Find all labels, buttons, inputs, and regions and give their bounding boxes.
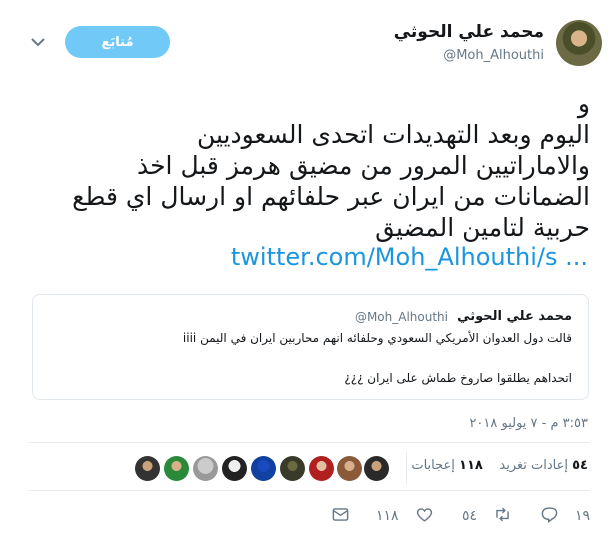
like-count: ١١٨ [376, 508, 399, 524]
stats-separator [406, 452, 407, 484]
liker-avatar[interactable] [193, 456, 218, 481]
divider [28, 442, 590, 443]
like-action[interactable]: ١١٨ [376, 505, 434, 527]
tweet-stats: ٥٤ إعادات تغريد ١١٨ إعجابات [411, 458, 588, 473]
tweet-text: و اليوم وبعد التهديدات اتحدى السعوديين و… [30, 88, 590, 243]
tweet-line: والاماراتيين المرور من مضيق هرمز قبل اخذ [136, 151, 590, 180]
quoted-author-handle: @Moh_Alhouthi [354, 310, 448, 324]
liker-avatar[interactable] [337, 456, 362, 481]
retweet-count: ٥٤ [462, 508, 478, 524]
dm-envelope-icon[interactable] [331, 505, 350, 528]
tweet-timestamp[interactable]: ٣:٥٣ م - ٧ يوليو ٢٠١٨ [469, 416, 588, 431]
dm-action[interactable] [331, 505, 350, 527]
tweet-link[interactable]: twitter.com/Moh_Alhouthi/s ... [231, 243, 588, 271]
reply-icon[interactable] [540, 505, 559, 528]
liker-avatar[interactable] [135, 456, 160, 481]
reply-action[interactable]: ١٩ [540, 505, 590, 527]
liker-avatar[interactable] [364, 456, 389, 481]
liker-avatar[interactable] [164, 456, 189, 481]
caret-down-icon[interactable] [26, 32, 50, 52]
tweet-line: حربية لتامين المضيق [375, 213, 590, 242]
tweet-line: الضمانات من ايران عبر حلفائهم او ارسال ا… [72, 182, 590, 211]
author-display-name[interactable]: محمد علي الحوثي [394, 22, 544, 42]
retweets-count[interactable]: ٥٤ [572, 458, 588, 473]
following-button[interactable]: مُتابَع [65, 26, 170, 58]
quoted-text-line: قالت دول العدوان الأمريكي السعودي وحلفائ… [182, 331, 572, 345]
divider [28, 490, 590, 491]
liker-avatar[interactable] [309, 456, 334, 481]
quoted-text-line: اتحداهم يطلقوا صاروخ طماش على ايران ¿¿¿ [344, 371, 572, 385]
quoted-tweet-card[interactable]: محمد علي الحوثي @Moh_Alhouthi قالت دول ا… [32, 294, 589, 400]
tweet-line: و [577, 89, 590, 118]
author-avatar[interactable] [556, 20, 602, 66]
retweets-label[interactable]: إعادات تغريد [499, 458, 568, 473]
liker-avatar[interactable] [251, 456, 276, 481]
liker-avatar[interactable] [222, 456, 247, 481]
author-handle[interactable]: @Moh_Alhouthi [443, 48, 544, 63]
retweet-icon[interactable] [493, 505, 512, 528]
retweet-action[interactable]: ٥٤ [462, 505, 512, 527]
likes-count[interactable]: ١١٨ [459, 458, 483, 473]
reply-count: ١٩ [574, 508, 590, 524]
quoted-author-name: محمد علي الحوثي [457, 309, 572, 324]
liker-avatar[interactable] [280, 456, 305, 481]
tweet-line: اليوم وبعد التهديدات اتحدى السعوديين [196, 120, 590, 149]
likes-label[interactable]: إعجابات [411, 458, 455, 473]
heart-icon[interactable] [415, 505, 434, 528]
